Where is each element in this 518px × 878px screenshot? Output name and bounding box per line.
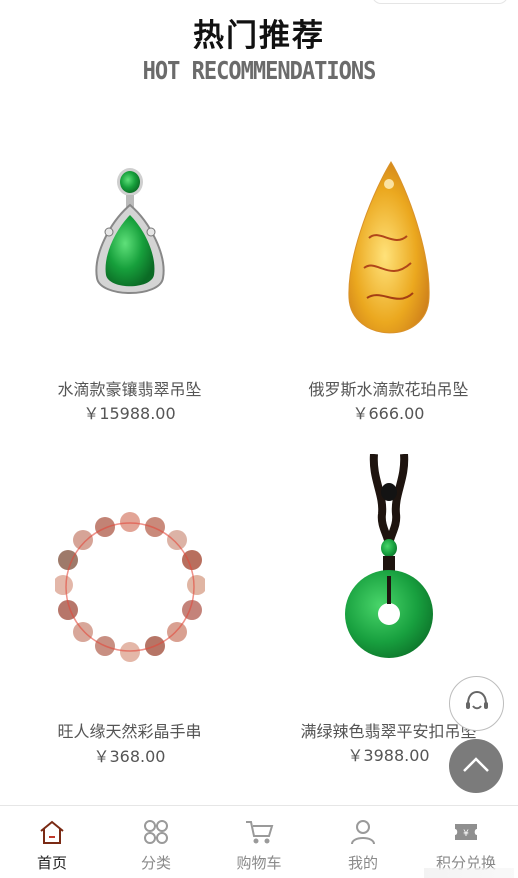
tab-category[interactable]: 分类: [104, 806, 208, 876]
category-icon: [104, 818, 208, 846]
chevron-up-icon: [461, 754, 491, 778]
product-price: ￥666.00: [352, 404, 425, 423]
watermark-strip: [424, 868, 514, 878]
bottom-tab-bar: 首页 分类 购物车 我的 ¥ 积分兑换: [0, 805, 518, 876]
section-title-cn: 热门推荐: [193, 18, 325, 54]
tab-points-exchange[interactable]: ¥ 积分兑换: [414, 806, 518, 876]
section-title-en: HOT RECOMMENDATIONS: [142, 57, 377, 86]
tab-cart[interactable]: 购物车: [207, 806, 311, 876]
jade-teardrop-pendant-image[interactable]: [0, 160, 259, 305]
svg-text:¥: ¥: [463, 829, 469, 839]
search-pill[interactable]: [372, 0, 508, 4]
cart-icon: [207, 818, 311, 846]
product-name[interactable]: 旺人缘天然彩晶手串: [0, 718, 259, 742]
jade-donut-pendant-image[interactable]: [259, 454, 518, 669]
product-price: ￥368.00: [93, 747, 166, 766]
product-name[interactable]: 俄罗斯水滴款花珀吊坠: [259, 376, 518, 400]
tab-profile[interactable]: 我的: [311, 806, 415, 876]
user-icon: [311, 818, 415, 846]
customer-service-button[interactable]: [449, 676, 504, 731]
section-heading: 热门推荐 HOT RECOMMENDATIONS: [0, 16, 518, 86]
back-to-top-button[interactable]: [449, 739, 503, 793]
tab-label: 我的: [347, 854, 378, 872]
tab-label: 分类: [140, 854, 171, 872]
home-icon: [0, 818, 104, 846]
crystal-bead-bracelet-image[interactable]: [0, 512, 259, 662]
amber-teardrop-pendant-image[interactable]: [259, 158, 518, 353]
product-name[interactable]: 水滴款豪镶翡翠吊坠: [0, 376, 259, 400]
product-price: ￥15988.00: [83, 404, 176, 423]
points-ticket-icon: ¥: [414, 818, 518, 846]
tab-home[interactable]: 首页: [0, 806, 104, 876]
tab-label: 首页: [36, 854, 67, 872]
customer-service-icon: [463, 688, 491, 720]
tab-label: 购物车: [236, 854, 282, 872]
